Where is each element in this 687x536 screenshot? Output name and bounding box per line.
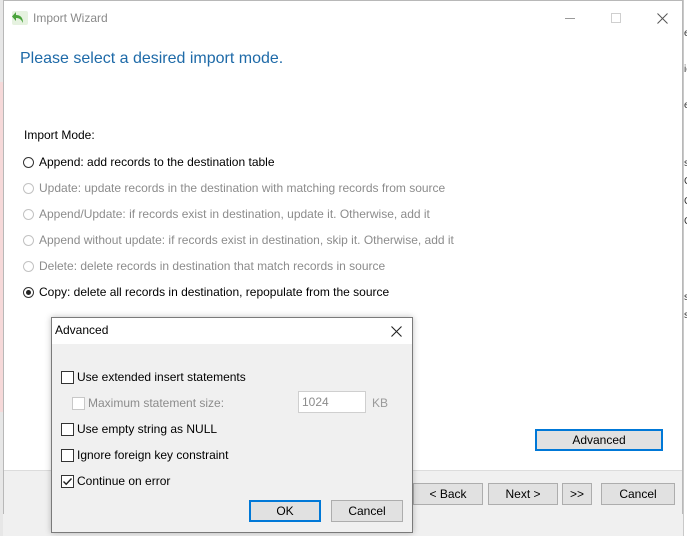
- mode-label: Copy: delete all records in destination,…: [39, 285, 390, 299]
- option-label: Use extended insert statements: [77, 370, 246, 384]
- dialog-cancel-button[interactable]: Cancel: [331, 500, 403, 522]
- size-unit-label: KB: [372, 396, 389, 410]
- last-page-button[interactable]: >>: [562, 483, 592, 505]
- option-label: Continue on error: [77, 474, 171, 488]
- radio-button[interactable]: [23, 260, 34, 272]
- cancel-button[interactable]: Cancel: [601, 483, 675, 505]
- mode-append-radio[interactable]: Append: add records to the destination t…: [23, 154, 275, 170]
- radio-button[interactable]: [23, 234, 34, 246]
- radio-button-selected[interactable]: [23, 286, 34, 298]
- max-statement-size-option[interactable]: Maximum statement size:: [72, 395, 224, 411]
- option-label: Use empty string as NULL: [77, 422, 218, 436]
- extended-insert-option[interactable]: Use extended insert statements: [61, 369, 246, 385]
- close-icon: [390, 325, 402, 337]
- close-icon: [656, 12, 668, 24]
- mode-label: Append/Update: if records exist in desti…: [39, 207, 430, 221]
- minimize-icon: [565, 18, 575, 19]
- checkbox[interactable]: [61, 422, 74, 436]
- radio-button[interactable]: [23, 208, 34, 220]
- mode-append-without-update-radio[interactable]: Append without update: if records exist …: [23, 232, 454, 248]
- dialog-title-bar[interactable]: Advanced: [52, 318, 412, 344]
- next-button[interactable]: Next >: [488, 483, 558, 505]
- mode-label: Append without update: if records exist …: [39, 233, 454, 247]
- mode-delete-radio[interactable]: Delete: delete records in destination th…: [23, 258, 385, 274]
- maximize-icon: [611, 13, 621, 23]
- ok-button[interactable]: OK: [249, 500, 321, 522]
- checkmark-icon: [63, 477, 73, 485]
- title-bar[interactable]: Import Wizard: [4, 1, 682, 35]
- mode-label: Append: add records to the destination t…: [39, 155, 275, 169]
- back-button[interactable]: < Back: [413, 483, 483, 505]
- checkbox[interactable]: [61, 448, 74, 462]
- radio-button[interactable]: [23, 182, 34, 194]
- mode-copy-radio[interactable]: Copy: delete all records in destination,…: [23, 284, 389, 300]
- dialog-close-button[interactable]: [386, 321, 406, 341]
- option-label: Maximum statement size:: [88, 396, 225, 410]
- mode-append-update-radio[interactable]: Append/Update: if records exist in desti…: [23, 206, 430, 222]
- mode-label: Update: update records in the destinatio…: [39, 181, 446, 195]
- checkbox[interactable]: [61, 370, 74, 384]
- maximize-button[interactable]: [593, 1, 639, 35]
- ignore-foreign-key-option[interactable]: Ignore foreign key constraint: [61, 447, 228, 463]
- empty-string-null-option[interactable]: Use empty string as NULL: [61, 421, 217, 437]
- advanced-button[interactable]: Advanced: [535, 429, 663, 451]
- continue-on-error-option[interactable]: Continue on error: [61, 473, 170, 489]
- max-statement-size-input[interactable]: [298, 391, 366, 413]
- checkbox[interactable]: [72, 396, 85, 410]
- window-title: Import Wizard: [33, 11, 108, 25]
- import-mode-label: Import Mode:: [24, 128, 95, 142]
- page-heading: Please select a desired import mode.: [20, 50, 284, 67]
- background-window-right-edge: e ic e s C C C s s: [683, 0, 687, 536]
- option-label: Ignore foreign key constraint: [77, 448, 229, 462]
- mode-label: Delete: delete records in destination th…: [39, 259, 386, 273]
- import-wizard-icon: [12, 10, 28, 26]
- checkbox-checked[interactable]: [61, 474, 74, 488]
- close-button[interactable]: [639, 1, 685, 35]
- minimize-button[interactable]: [547, 1, 593, 35]
- advanced-dialog: Advanced Use extended insert statements …: [51, 317, 413, 533]
- mode-update-radio[interactable]: Update: update records in the destinatio…: [23, 180, 445, 196]
- radio-button[interactable]: [23, 156, 34, 168]
- dialog-title: Advanced: [55, 323, 109, 337]
